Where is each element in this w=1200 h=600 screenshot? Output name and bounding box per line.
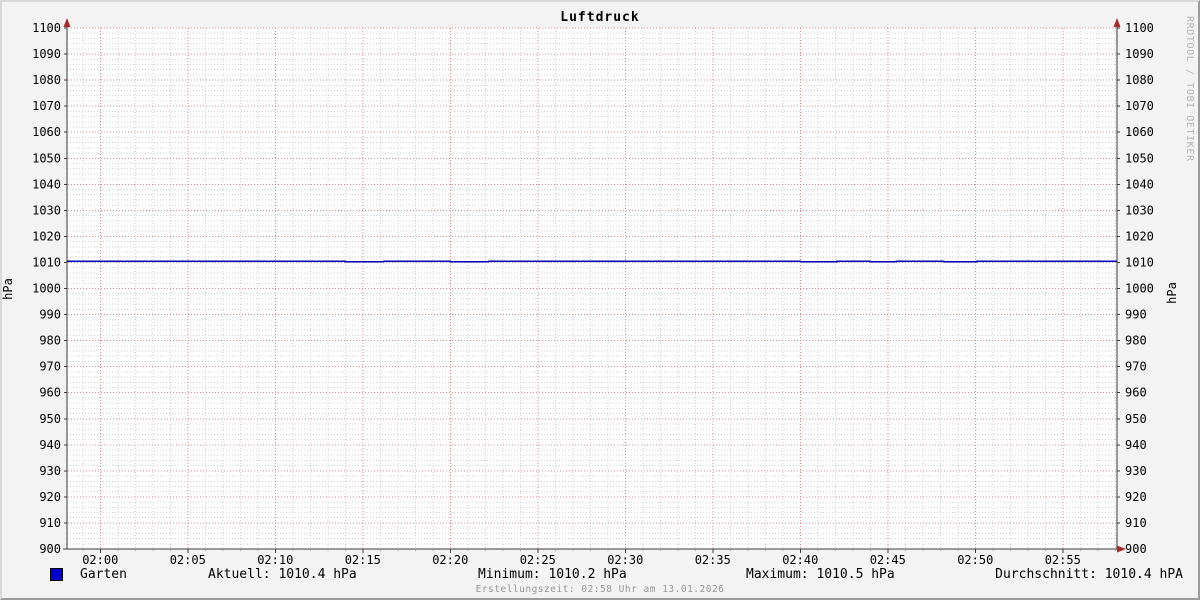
svg-text:1000: 1000	[1125, 282, 1154, 296]
svg-text:960: 960	[1125, 386, 1147, 400]
svg-text:02:45: 02:45	[870, 553, 906, 567]
svg-text:930: 930	[1125, 464, 1147, 478]
svg-text:920: 920	[1125, 490, 1147, 504]
svg-text:02:25: 02:25	[520, 553, 556, 567]
stat-minimum: Minimum: 1010.2 hPa	[478, 567, 627, 582]
svg-text:970: 970	[1125, 360, 1147, 374]
svg-text:1020: 1020	[1125, 229, 1154, 243]
svg-text:1000: 1000	[32, 282, 61, 296]
svg-text:02:55: 02:55	[1045, 553, 1081, 567]
svg-text:1010: 1010	[32, 255, 61, 269]
rrdtool-watermark: RRDTOOL / TOBI OETIKER	[1184, 16, 1195, 162]
svg-text:02:05: 02:05	[170, 553, 206, 567]
svg-text:02:35: 02:35	[695, 553, 731, 567]
svg-text:1050: 1050	[32, 151, 61, 165]
svg-text:980: 980	[39, 334, 61, 348]
svg-text:900: 900	[39, 542, 61, 556]
creation-timestamp: Erstellungszeit: 02:58 Uhr am 13.01.2026	[475, 584, 725, 595]
svg-text:1060: 1060	[32, 125, 61, 139]
chart-canvas: 900 900 910 910 920 920 930 930 940 940 950 950 960 9…	[2, 18, 1179, 567]
svg-text:1070: 1070	[1125, 99, 1154, 113]
svg-text:1070: 1070	[32, 99, 61, 113]
svg-text:1060: 1060	[1125, 125, 1154, 139]
svg-text:1080: 1080	[1125, 73, 1154, 87]
svg-text:990: 990	[39, 308, 61, 322]
svg-text:1050: 1050	[1125, 151, 1154, 165]
y-axis-label-right: hPa	[1165, 282, 1179, 304]
svg-text:02:10: 02:10	[257, 553, 293, 567]
svg-text:930: 930	[39, 464, 61, 478]
svg-text:1040: 1040	[32, 177, 61, 191]
svg-text:910: 910	[1125, 516, 1147, 530]
svg-text:02:15: 02:15	[345, 553, 381, 567]
svg-text:1010: 1010	[1125, 255, 1154, 269]
svg-text:950: 950	[1125, 412, 1147, 426]
svg-text:1090: 1090	[1125, 47, 1154, 61]
svg-text:02:30: 02:30	[607, 553, 643, 567]
svg-text:940: 940	[39, 438, 61, 452]
svg-text:02:40: 02:40	[782, 553, 818, 567]
svg-text:990: 990	[1125, 308, 1147, 322]
series-line-garten	[67, 260, 1117, 263]
svg-text:1090: 1090	[32, 47, 61, 61]
series-name: Garten	[80, 567, 127, 582]
svg-text:980: 980	[1125, 334, 1147, 348]
stat-maximum: Maximum: 1010.5 hPa	[746, 567, 895, 582]
svg-text:900: 900	[1125, 542, 1147, 556]
stat-average: Durchschnitt: 1010.4 hPA	[995, 567, 1183, 582]
svg-text:950: 950	[39, 412, 61, 426]
svg-text:1030: 1030	[1125, 203, 1154, 217]
svg-text:940: 940	[1125, 438, 1147, 452]
stat-current: Aktuell: 1010.4 hPa	[208, 567, 357, 582]
legend: Garten Aktuell: 1010.4 hPa Minimum: 1010…	[2, 567, 1198, 583]
svg-text:02:50: 02:50	[957, 553, 993, 567]
svg-text:02:20: 02:20	[432, 553, 468, 567]
svg-text:1020: 1020	[32, 229, 61, 243]
series-color-swatch	[50, 568, 63, 581]
svg-text:970: 970	[39, 360, 61, 374]
chart-title: Luftdruck	[560, 10, 640, 25]
y-axis-label-left: hPa	[2, 278, 15, 300]
rrdtool-graph: 900 900 910 910 920 920 930 930 940 940 950 950 960 9…	[0, 0, 1200, 600]
svg-text:1030: 1030	[32, 203, 61, 217]
svg-text:1080: 1080	[32, 73, 61, 87]
svg-text:02:00: 02:00	[82, 553, 118, 567]
svg-text:960: 960	[39, 386, 61, 400]
svg-text:920: 920	[39, 490, 61, 504]
svg-text:1040: 1040	[1125, 177, 1154, 191]
svg-text:910: 910	[39, 516, 61, 530]
